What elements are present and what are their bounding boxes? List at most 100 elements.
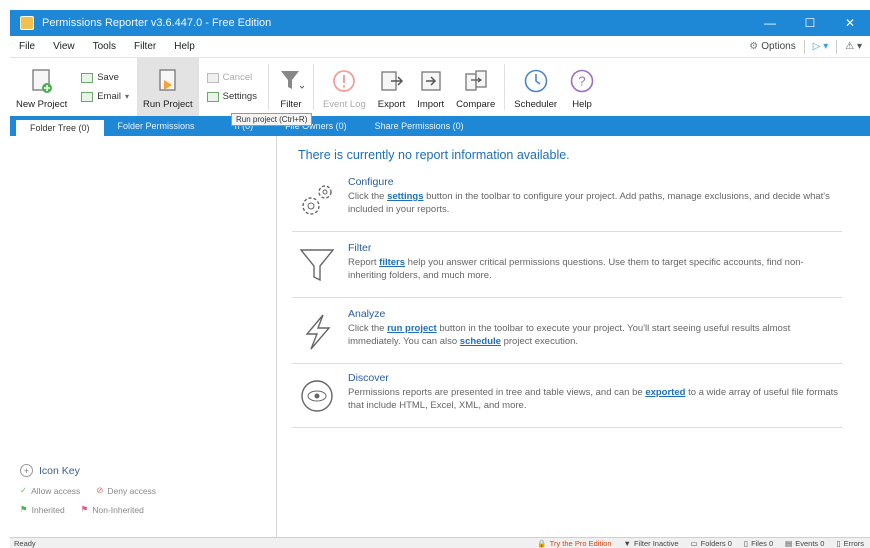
non-inherited-flag-icon: ⚑	[80, 504, 89, 514]
chevron-down-icon: ▾	[124, 92, 129, 101]
help-icon: ?	[569, 68, 595, 94]
eye-icon	[292, 372, 342, 422]
window-title: Permissions Reporter v3.6.447.0 - Free E…	[42, 17, 272, 29]
allow-access-label: Allow access	[31, 485, 81, 496]
analyze-card: Analyze Click the run project button in …	[292, 308, 842, 364]
filter-button[interactable]: Filter	[272, 58, 310, 116]
view-tab-strip: Folder Tree (0) Folder Permissions n (0)…	[10, 116, 870, 136]
event-log-button[interactable]: Event Log	[317, 58, 372, 116]
configure-card: Configure Click the settings button in t…	[292, 176, 842, 232]
email-button[interactable]: Email ▾	[81, 91, 129, 102]
settings-icon	[206, 91, 219, 102]
filter-funnel-icon	[292, 242, 342, 292]
cancel-label: Cancel	[222, 72, 253, 83]
options-button[interactable]: ⚙ Options	[749, 41, 795, 52]
scheduler-button[interactable]: Scheduler	[508, 58, 563, 116]
run-project-tooltip: Run project (Ctrl+R)	[231, 113, 313, 126]
filter-card: Filter Report filters help you answer cr…	[292, 242, 842, 298]
event-log-label: Event Log	[322, 99, 366, 110]
icon-key-header[interactable]: + Icon Key	[20, 464, 270, 477]
tab-share-permissions[interactable]: Share Permissions (0)	[361, 116, 478, 136]
compare-label: Compare	[456, 99, 496, 110]
alert-circle-icon	[331, 68, 357, 94]
pro-edition-link[interactable]: 🔒 Try the Pro Edition	[531, 539, 617, 548]
menu-help[interactable]: Help	[165, 41, 204, 52]
compare-button[interactable]: Compare	[450, 58, 501, 116]
files-count: ▯ Files 0	[743, 538, 774, 548]
exported-link[interactable]: exported	[645, 387, 685, 398]
settings-label: Settings	[222, 91, 257, 102]
cancel-icon	[206, 72, 219, 83]
help-button[interactable]: ? Help	[563, 58, 601, 116]
minimize-button[interactable]: —	[750, 10, 790, 36]
run-project-link[interactable]: run project	[387, 323, 437, 334]
menu-file[interactable]: File	[10, 41, 44, 52]
cancel-button[interactable]: Cancel	[206, 72, 257, 83]
status-ready: Ready	[14, 538, 36, 548]
svg-text:?: ?	[578, 74, 585, 89]
run-project-label: Run Project	[143, 99, 193, 110]
events-icon: ▤	[785, 538, 793, 548]
settings-link[interactable]: settings	[387, 191, 423, 202]
ribbon-toolbar: New Project Save Email ▾ Run Project Can…	[10, 58, 870, 116]
new-project-label: New Project	[16, 99, 68, 110]
menu-tools[interactable]: Tools	[84, 41, 125, 52]
run-project-button[interactable]: Run Project	[137, 58, 199, 116]
save-icon	[81, 72, 94, 83]
no-data-message: There is currently no report information…	[298, 148, 570, 162]
lightning-icon	[292, 308, 342, 358]
save-label: Save	[97, 72, 119, 83]
schedule-link[interactable]: schedule	[460, 336, 501, 347]
deny-access-label: Deny access	[107, 485, 157, 496]
check-icon: ✓	[20, 485, 28, 495]
new-project-button[interactable]: New Project	[10, 58, 73, 116]
discover-card: Discover Permissions reports are present…	[292, 372, 842, 428]
compare-icon	[463, 68, 489, 94]
app-icon	[20, 16, 34, 30]
settings-button[interactable]: Settings	[206, 91, 257, 102]
analyze-title: Analyze	[348, 308, 386, 320]
play-dropdown-icon[interactable]: ▷ ▾	[813, 41, 829, 52]
status-bar: Ready 🔒 Try the Pro Edition ▼ Filter Ina…	[10, 537, 870, 548]
maximize-button[interactable]: ☐	[790, 10, 830, 36]
tab-folder-permissions[interactable]: Folder Permissions	[104, 116, 209, 136]
alert-dropdown-icon[interactable]: ⚠ ▾	[845, 41, 862, 52]
menu-filter[interactable]: Filter	[125, 41, 165, 52]
file-icon: ▯	[743, 538, 749, 548]
import-button[interactable]: Import	[411, 58, 450, 116]
run-project-icon	[155, 68, 181, 94]
new-project-icon	[29, 68, 55, 94]
save-email-group: Save Email ▾	[73, 58, 137, 116]
cancel-settings-group: Cancel Settings	[199, 58, 265, 116]
menu-view[interactable]: View	[44, 41, 84, 52]
filter-small-icon: ▼	[623, 538, 631, 548]
filter-status: ▼ Filter Inactive	[623, 538, 679, 548]
email-icon	[81, 91, 94, 102]
errors-count: ▯ Errors	[836, 538, 864, 548]
funnel-icon	[278, 68, 304, 94]
discover-title: Discover	[348, 372, 389, 384]
gears-icon	[292, 176, 342, 226]
errors-icon: ▯	[836, 538, 841, 548]
folder-tree-pane[interactable]: + Icon Key ✓ Allow access ⊘ Deny access …	[10, 136, 277, 537]
export-label: Export	[377, 99, 406, 110]
expand-icon: +	[20, 464, 33, 477]
icon-key: + Icon Key ✓ Allow access ⊘ Deny access …	[20, 464, 270, 523]
menu-bar: File View Tools Filter Help ⚙ Options ▷ …	[10, 36, 870, 58]
export-button[interactable]: Export	[372, 58, 411, 116]
clock-icon	[523, 68, 549, 94]
title-bar: Permissions Reporter v3.6.447.0 - Free E…	[10, 10, 870, 36]
events-count: ▤ Events 0	[785, 538, 825, 548]
inherited-label: Inherited	[31, 504, 65, 515]
options-label: Options	[761, 41, 796, 52]
inherited-flag-icon: ⚑	[20, 504, 28, 514]
save-button[interactable]: Save	[81, 72, 129, 83]
close-button[interactable]: ✕	[830, 10, 870, 36]
tab-folder-tree[interactable]: Folder Tree (0)	[16, 120, 104, 136]
email-label: Email	[97, 91, 121, 102]
filters-link[interactable]: filters	[379, 257, 405, 268]
filter-title: Filter	[348, 242, 372, 254]
deny-icon: ⊘	[96, 485, 104, 495]
folder-icon: ▭	[690, 538, 698, 548]
gear-icon: ⚙	[749, 41, 759, 52]
